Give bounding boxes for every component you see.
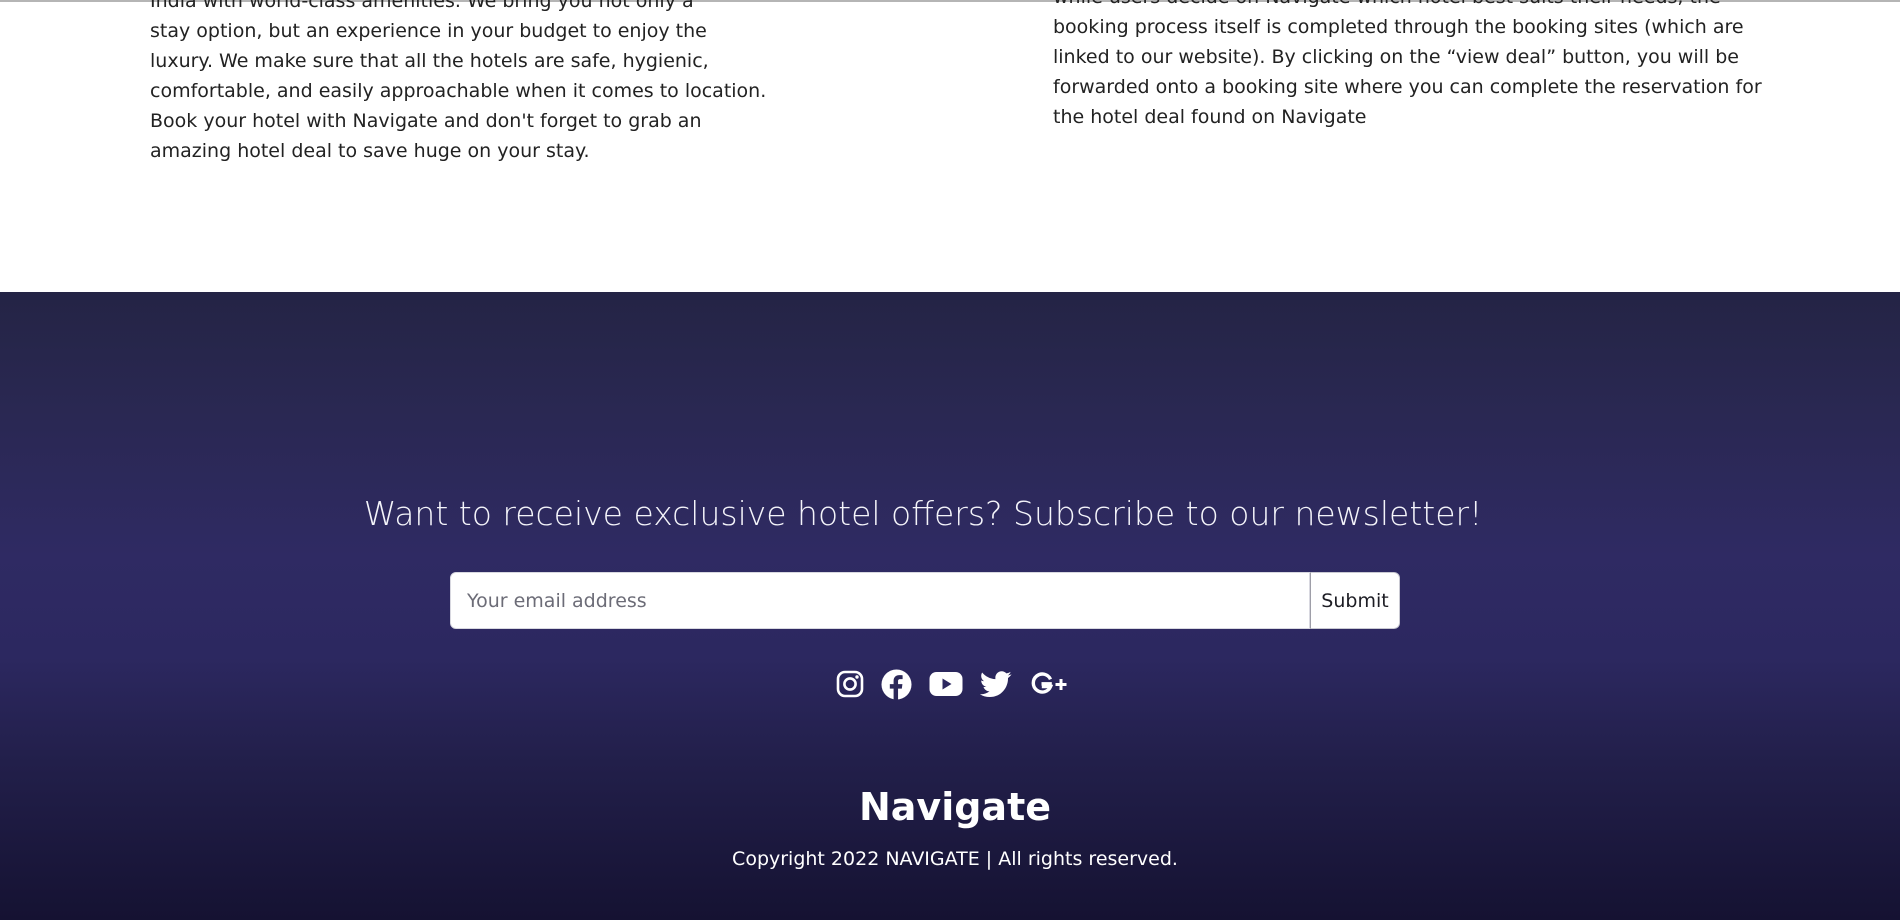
instagram-icon	[836, 670, 864, 698]
about-paragraph-left: India with world-class amenities. We bri…	[150, 0, 766, 166]
instagram-link[interactable]	[836, 668, 864, 700]
about-left-line: luxury. We make sure that all the hotels…	[150, 50, 709, 72]
newsletter-form: Submit	[450, 572, 1400, 629]
youtube-link[interactable]	[929, 668, 963, 700]
about-right-line: booking process itself is completed thro…	[1053, 16, 1744, 38]
about-left-line: comfortable, and easily approachable whe…	[150, 80, 767, 102]
youtube-icon	[929, 672, 963, 696]
about-left-line: Book your hotel with Navigate and don't …	[150, 110, 702, 132]
about-right-line: while users decide on Navigate which hot…	[1053, 0, 1762, 12]
twitter-icon	[980, 670, 1012, 697]
page: India with world-class amenities. We bri…	[0, 0, 1900, 920]
about-right-line: the hotel deal found on Navigate	[1053, 106, 1367, 128]
about-section: India with world-class amenities. We bri…	[0, 0, 1900, 292]
about-paragraph-right: while users decide on Navigate which hot…	[1053, 0, 1762, 132]
about-left-line: stay option, but an experience in your b…	[150, 20, 707, 42]
about-left-line: India with world-class amenities. We bri…	[150, 0, 694, 12]
google-plus-link[interactable]	[1029, 668, 1069, 700]
about-right-line: linked to our website). By clicking on t…	[1053, 46, 1739, 68]
facebook-icon	[881, 668, 912, 700]
google-plus-icon	[1031, 672, 1067, 694]
social-links	[836, 668, 1069, 700]
submit-button[interactable]: Submit	[1310, 572, 1400, 629]
about-left-line: amazing hotel deal to save huge on your …	[150, 140, 590, 162]
copyright-text: Copyright 2022 NAVIGATE | All rights res…	[732, 848, 1178, 870]
newsletter-heading: Want to receive exclusive hotel offers? …	[363, 494, 1483, 533]
footer-brand: Navigate	[858, 785, 1052, 829]
email-input[interactable]	[450, 572, 1310, 629]
facebook-link[interactable]	[881, 668, 912, 700]
about-right-line: forwarded onto a booking site where you …	[1053, 76, 1762, 98]
twitter-link[interactable]	[980, 668, 1012, 700]
footer: Want to receive exclusive hotel offers? …	[0, 292, 1900, 920]
